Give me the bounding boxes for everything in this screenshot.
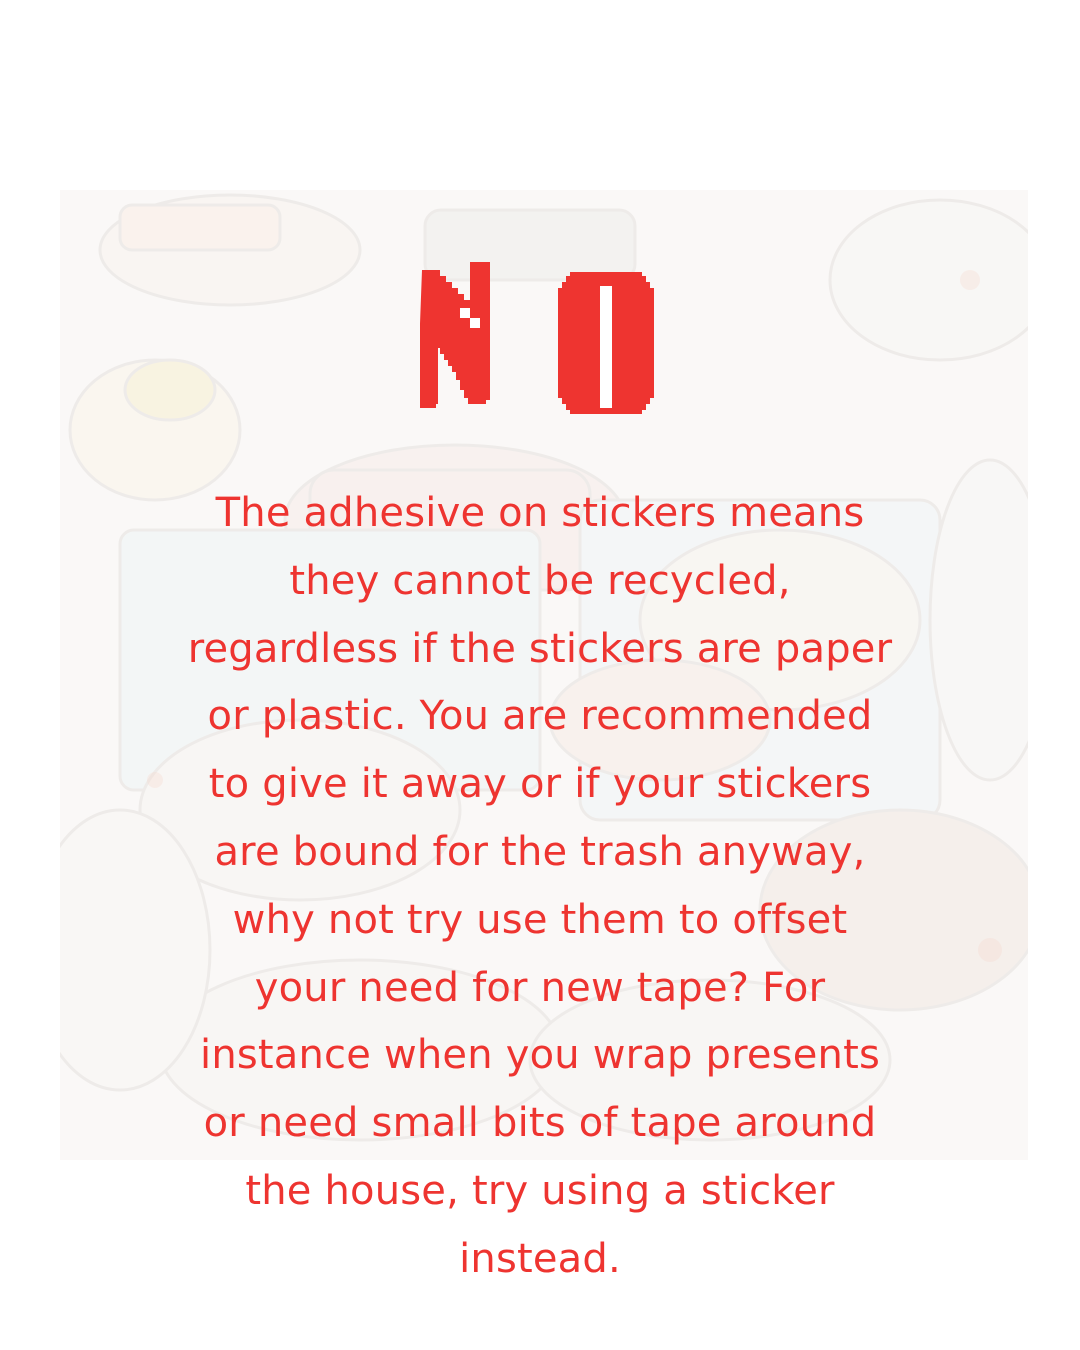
body-line: instance when you wrap presents [200, 1032, 880, 1079]
pixel-no-wordmark [420, 262, 654, 414]
body-line: are bound for the trash anyway, [214, 828, 866, 875]
slide: The adhesive on stickers means they cann… [0, 0, 1080, 1350]
body-line: instead. [459, 1235, 621, 1282]
body-line: to give it away or if your stickers [208, 761, 872, 808]
body-line: or plastic. You are recommended [207, 693, 873, 740]
body-line: regardless if the stickers are paper [187, 625, 893, 672]
body-line: the house, try using a sticker [245, 1167, 835, 1214]
body-line: your need for new tape? For [254, 964, 826, 1011]
body-line: why not try use them to offset [232, 896, 848, 943]
body-line: they cannot be recycled, [289, 557, 791, 604]
body-line: or need small bits of tape around [203, 1100, 877, 1147]
headline-no [0, 262, 1080, 422]
body-paragraph: The adhesive on stickers means they cann… [160, 480, 920, 1294]
body-line: The adhesive on stickers means [215, 490, 865, 536]
